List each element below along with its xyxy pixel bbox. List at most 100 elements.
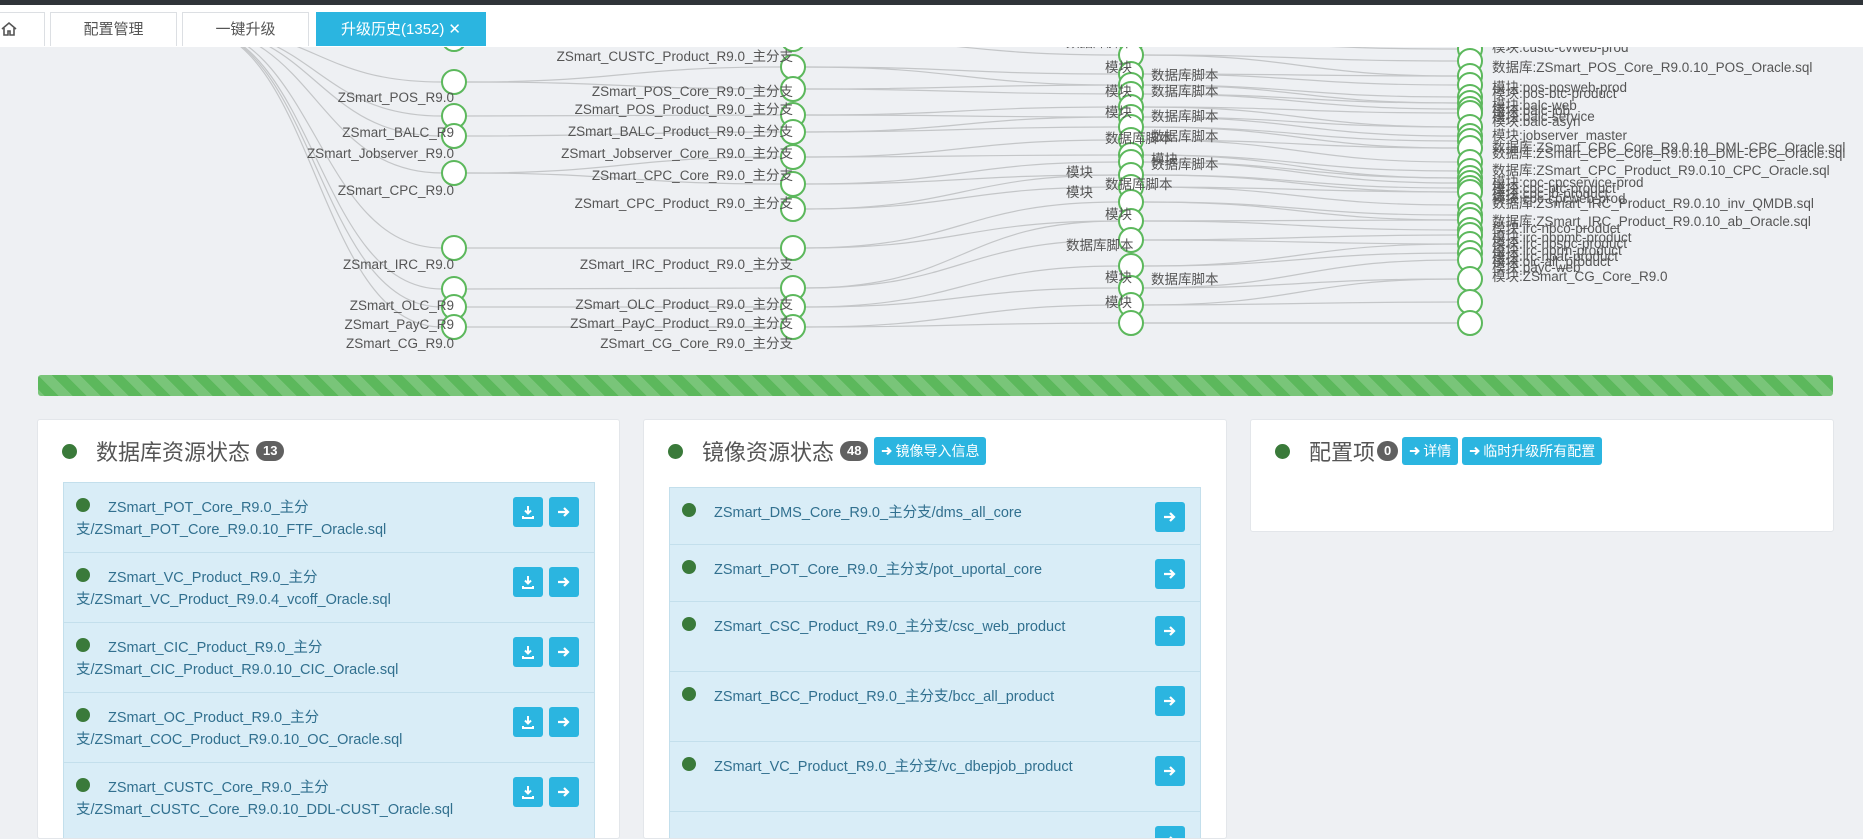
graph-node-label: 模块 — [1105, 207, 1133, 222]
detail-button[interactable]: 详情 — [1402, 437, 1459, 465]
image-import-info-button[interactable]: 镜像导入信息 — [874, 437, 987, 465]
tab-upgrade-history[interactable]: 升级历史(1352) ✕ — [316, 12, 486, 46]
list-item: ZSmart_VC_Product_R9.0_主分支/ZSmart_VC_Pro… — [63, 552, 595, 623]
db-panel-header: 数据库资源状态 13 — [62, 434, 285, 468]
status-dot — [1275, 443, 1290, 459]
db-item-label: ZSmart_OC_Product_R9.0_主分支/ZSmart_COC_Pr… — [76, 710, 403, 748]
image-item-label: ZSmart_DMS_Core_R9.0_主分支/dms_all_core — [714, 505, 1022, 521]
image-panel-title: 镜像资源状态 — [702, 440, 835, 465]
image-item-label: ZSmart_BCC_Product_R9.0_主分支/bcc_all_prod… — [714, 689, 1055, 705]
status-dot — [668, 443, 683, 459]
graph-node-label: ZSmart_BALC_Product_R9.0_主分支 — [568, 124, 794, 139]
download-button[interactable] — [513, 777, 543, 807]
go-button[interactable] — [1155, 559, 1185, 589]
go-button[interactable] — [549, 637, 579, 667]
list-item: ZSmart_DMS_Core_R9.0_主分支/dms_all_core — [669, 487, 1201, 545]
topology-svg: ZSmart_CUSTC_R9.0ZSmart_POS_R9.0ZSmart_B… — [239, 47, 1845, 351]
graph-link — [1329, 47, 1459, 50]
list-item — [669, 811, 1201, 838]
tab-one-click-upgrade[interactable]: 一键升级 — [182, 12, 309, 46]
graph-node-label: ZSmart_PayC_Product_R9.0_主分支 — [570, 316, 793, 331]
arrow-right-icon — [558, 647, 570, 657]
image-import-info-label: 镜像导入信息 — [895, 443, 980, 459]
download-button[interactable] — [513, 567, 543, 597]
graph-node-label: 数据库脚本 — [1151, 84, 1219, 99]
go-button[interactable] — [1155, 686, 1185, 716]
arrow-right-icon — [1164, 696, 1176, 706]
arrow-right-icon — [558, 787, 570, 797]
db-resource-panel: 数据库资源状态 13 ZSmart_POT_Core_R9.0_主分支/ZSma… — [37, 419, 620, 839]
list-item: ZSmart_POT_Core_R9.0_主分支/ZSmart_POT_Core… — [63, 482, 595, 553]
graph-link — [1142, 239, 1459, 245]
graph-node-label: ZSmart_CG_Core_R9.0_主分支 — [600, 336, 793, 351]
image-item-label: ZSmart_VC_Product_R9.0_主分支/vc_dbepjob_pr… — [714, 759, 1073, 775]
graph-node-label: 数据库脚本 — [1151, 68, 1219, 83]
list-item: ZSmart_CIC_Product_R9.0_主分支/ZSmart_CIC_P… — [63, 622, 595, 693]
graph-node-app[interactable] — [442, 47, 466, 52]
graph-node-label: 模块:balc-asyn — [1492, 114, 1581, 129]
arrow-right-icon — [1410, 446, 1421, 456]
arrow-right-icon — [558, 717, 570, 727]
graph-node-label: ZSmart_POS_Product_R9.0_主分支 — [575, 102, 794, 117]
graph-node-resource[interactable] — [1118, 310, 1144, 336]
graph-node-label: ZSmart_POS_R9.0 — [338, 90, 454, 105]
graph-node-label: 数据库脚本 — [1066, 47, 1134, 50]
go-button[interactable] — [549, 497, 579, 527]
db-item-label: ZSmart_CUSTC_Core_R9.0_主分支/ZSmart_CUSTC_… — [76, 780, 454, 818]
graph-node-label: 数据库:ZSmart_CPC_Core_R9.0.10_DML-CPC_Orac… — [1492, 146, 1845, 161]
arrow-right-icon — [1164, 626, 1176, 636]
db-resource-list: ZSmart_POT_Core_R9.0_主分支/ZSmart_POT_Core… — [63, 482, 595, 838]
graph-link — [804, 88, 1120, 95]
graph-node-label: 数据库脚本 — [1105, 131, 1173, 146]
go-button[interactable] — [1155, 616, 1185, 646]
db-item-label: ZSmart_POT_Core_R9.0_主分支/ZSmart_POT_Core… — [76, 500, 387, 538]
list-item: ZSmart_OC_Product_R9.0_主分支/ZSmart_COC_Pr… — [63, 692, 595, 763]
upgrade-topology-graph[interactable]: ZSmart_CUSTC_R9.0ZSmart_POS_R9.0ZSmart_B… — [0, 47, 1863, 365]
graph-node-label: 数据库:ZSmart_IRC_Product_R9.0.10_inv_QMDB.… — [1492, 196, 1814, 211]
graph-node-label: ZSmart_IRC_R9.0 — [343, 257, 454, 272]
go-button[interactable] — [549, 777, 579, 807]
arrow-right-icon — [882, 446, 893, 456]
graph-link — [804, 139, 1120, 158]
graph-link — [1142, 243, 1459, 267]
download-button[interactable] — [513, 637, 543, 667]
list-item: ZSmart_CSC_Product_R9.0_主分支/csc_web_prod… — [669, 601, 1201, 672]
go-button[interactable] — [549, 707, 579, 737]
image-item-label: ZSmart_CSC_Product_R9.0_主分支/csc_web_prod… — [714, 619, 1066, 635]
download-icon — [522, 716, 534, 729]
tab-bar: 配置管理 一键升级 升级历史(1352) ✕ — [0, 5, 1863, 48]
download-button[interactable] — [513, 497, 543, 527]
graph-link — [1142, 234, 1459, 241]
config-panel-header: 配置项 0 详情 临时升级所有配置 — [1275, 434, 1603, 468]
graph-node-label: 模块 — [1066, 185, 1094, 200]
graph-node-artifact[interactable] — [1457, 310, 1483, 336]
arrow-right-icon — [1470, 446, 1481, 456]
graph-node-label: 数据库脚本 — [1151, 157, 1219, 172]
go-button[interactable] — [1155, 826, 1185, 838]
go-button[interactable] — [1155, 502, 1185, 532]
graph-node-label: ZSmart_Jobserver_R9.0 — [307, 146, 454, 161]
graph-node-label: ZSmart_IRC_Product_R9.0_主分支 — [580, 257, 794, 272]
close-icon[interactable]: ✕ — [448, 21, 461, 38]
graph-node-label: ZSmart_CG_R9.0 — [346, 336, 454, 351]
graph-node-app[interactable] — [441, 160, 467, 186]
download-icon — [522, 646, 534, 659]
go-button[interactable] — [549, 567, 579, 597]
go-button[interactable] — [1155, 756, 1185, 786]
graph-node-label: ZSmart_POS_Core_R9.0_主分支 — [592, 84, 794, 99]
graph-node-artifact[interactable] — [1457, 266, 1483, 292]
graph-node-label: 模块 — [1066, 165, 1094, 180]
tab-config-management[interactable]: 配置管理 — [50, 12, 177, 46]
download-button[interactable] — [513, 707, 543, 737]
graph-node-label: 数据库脚本 — [1151, 109, 1219, 124]
download-icon — [522, 506, 534, 519]
graph-node-label: ZSmart_CUSTC_Product_R9.0_主分支 — [557, 49, 794, 64]
graph-node-label: 模块 — [1105, 60, 1133, 75]
graph-link — [804, 114, 1120, 118]
temp-upgrade-all-config-button[interactable]: 临时升级所有配置 — [1462, 437, 1603, 465]
list-item: ZSmart_POT_Core_R9.0_主分支/pot_uportal_cor… — [669, 544, 1201, 602]
graph-link — [804, 126, 1120, 133]
image-count-badge: 48 — [840, 441, 869, 461]
tab-home[interactable] — [0, 12, 45, 46]
detail-button-label: 详情 — [1423, 443, 1452, 459]
